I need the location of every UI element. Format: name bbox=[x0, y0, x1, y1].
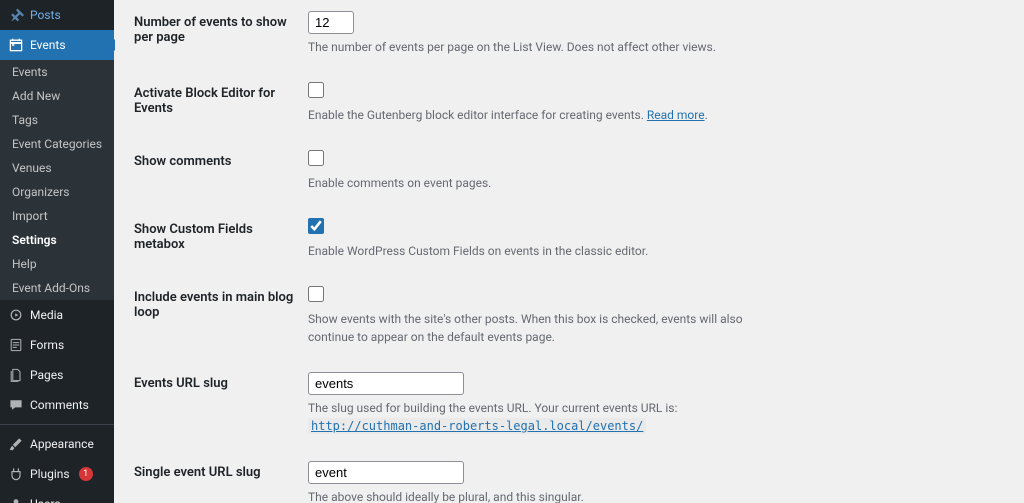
sidebar-sub-events-events[interactable]: Events bbox=[0, 60, 114, 84]
settings-content: Number of events to show per page The nu… bbox=[114, 0, 1024, 503]
row-label: Single event URL slug bbox=[134, 450, 308, 503]
sidebar-item-plugins[interactable]: Plugins 1 bbox=[0, 459, 114, 489]
sidebar-item-events[interactable]: Events bbox=[0, 30, 114, 60]
user-icon bbox=[8, 496, 24, 503]
sidebar-item-label: Plugins bbox=[30, 467, 70, 481]
sidebar-item-label: Comments bbox=[30, 398, 89, 412]
sidebar-sub-venues[interactable]: Venues bbox=[0, 156, 114, 180]
block-editor-checkbox[interactable] bbox=[308, 82, 324, 98]
plugin-icon bbox=[8, 466, 24, 482]
sidebar-item-label: Appearance bbox=[30, 437, 94, 451]
row-desc: Enable the Gutenberg block editor interf… bbox=[308, 106, 788, 124]
blog-loop-checkbox[interactable] bbox=[308, 286, 324, 302]
row-desc: The number of events per page on the Lis… bbox=[308, 38, 788, 56]
row-label: Activate Block Editor for Events bbox=[134, 71, 308, 139]
forms-icon bbox=[8, 337, 24, 353]
read-more-link[interactable]: Read more bbox=[647, 108, 705, 122]
pages-icon bbox=[8, 367, 24, 383]
comments-icon bbox=[8, 397, 24, 413]
update-badge: 1 bbox=[79, 467, 93, 481]
sidebar-item-comments[interactable]: Comments bbox=[0, 390, 114, 420]
sidebar-item-label: Forms bbox=[30, 338, 64, 352]
brush-icon bbox=[8, 436, 24, 452]
row-label: Include events in main blog loop bbox=[134, 275, 308, 361]
pin-icon bbox=[8, 7, 24, 23]
sidebar-sub-help[interactable]: Help bbox=[0, 252, 114, 276]
custom-fields-checkbox[interactable] bbox=[308, 218, 324, 234]
sidebar-item-label: Posts bbox=[30, 8, 61, 22]
sidebar-sub-event-add-ons[interactable]: Event Add-Ons bbox=[0, 276, 114, 300]
events-slug-input[interactable] bbox=[308, 372, 464, 395]
sidebar-item-label: Events bbox=[30, 38, 66, 52]
single-slug-input[interactable] bbox=[308, 461, 464, 484]
media-icon bbox=[8, 307, 24, 323]
calendar-icon bbox=[8, 37, 24, 53]
row-label: Show comments bbox=[134, 139, 308, 207]
sidebar-item-posts[interactable]: Posts bbox=[0, 0, 114, 30]
row-desc: Enable WordPress Custom Fields on events… bbox=[308, 242, 788, 260]
sidebar-item-appearance[interactable]: Appearance bbox=[0, 429, 114, 459]
row-label: Events URL slug bbox=[134, 361, 308, 450]
sidebar-item-label: Users bbox=[30, 497, 61, 503]
row-label: Show Custom Fields metabox bbox=[134, 207, 308, 275]
comments-checkbox[interactable] bbox=[308, 150, 324, 166]
sidebar-item-media[interactable]: Media bbox=[0, 300, 114, 330]
row-desc: The above should ideally be plural, and … bbox=[308, 488, 788, 503]
row-desc: The slug used for building the events UR… bbox=[308, 399, 788, 435]
sidebar-item-label: Media bbox=[30, 308, 63, 322]
sidebar-sub-organizers[interactable]: Organizers bbox=[0, 180, 114, 204]
admin-sidebar: Posts Events Events Add New Tags Event C… bbox=[0, 0, 114, 503]
num-events-input[interactable] bbox=[308, 11, 354, 34]
sidebar-sub-add-new[interactable]: Add New bbox=[0, 84, 114, 108]
sidebar-sub-events: Events Add New Tags Event Categories Ven… bbox=[0, 60, 114, 300]
sidebar-sub-import[interactable]: Import bbox=[0, 204, 114, 228]
sidebar-item-pages[interactable]: Pages bbox=[0, 360, 114, 390]
sidebar-sub-event-categories[interactable]: Event Categories bbox=[0, 132, 114, 156]
sidebar-item-users[interactable]: Users bbox=[0, 489, 114, 503]
sidebar-sub-settings[interactable]: Settings bbox=[0, 228, 114, 252]
sidebar-item-forms[interactable]: Forms bbox=[0, 330, 114, 360]
row-label: Number of events to show per page bbox=[134, 0, 308, 71]
row-desc: Show events with the site's other posts.… bbox=[308, 310, 788, 346]
chevron-right-icon bbox=[114, 39, 120, 51]
sidebar-sub-tags[interactable]: Tags bbox=[0, 108, 114, 132]
events-url-link[interactable]: http://cuthman-and-roberts-legal.local/e… bbox=[308, 418, 646, 434]
sidebar-item-label: Pages bbox=[30, 368, 63, 382]
row-desc: Enable comments on event pages. bbox=[308, 174, 788, 192]
